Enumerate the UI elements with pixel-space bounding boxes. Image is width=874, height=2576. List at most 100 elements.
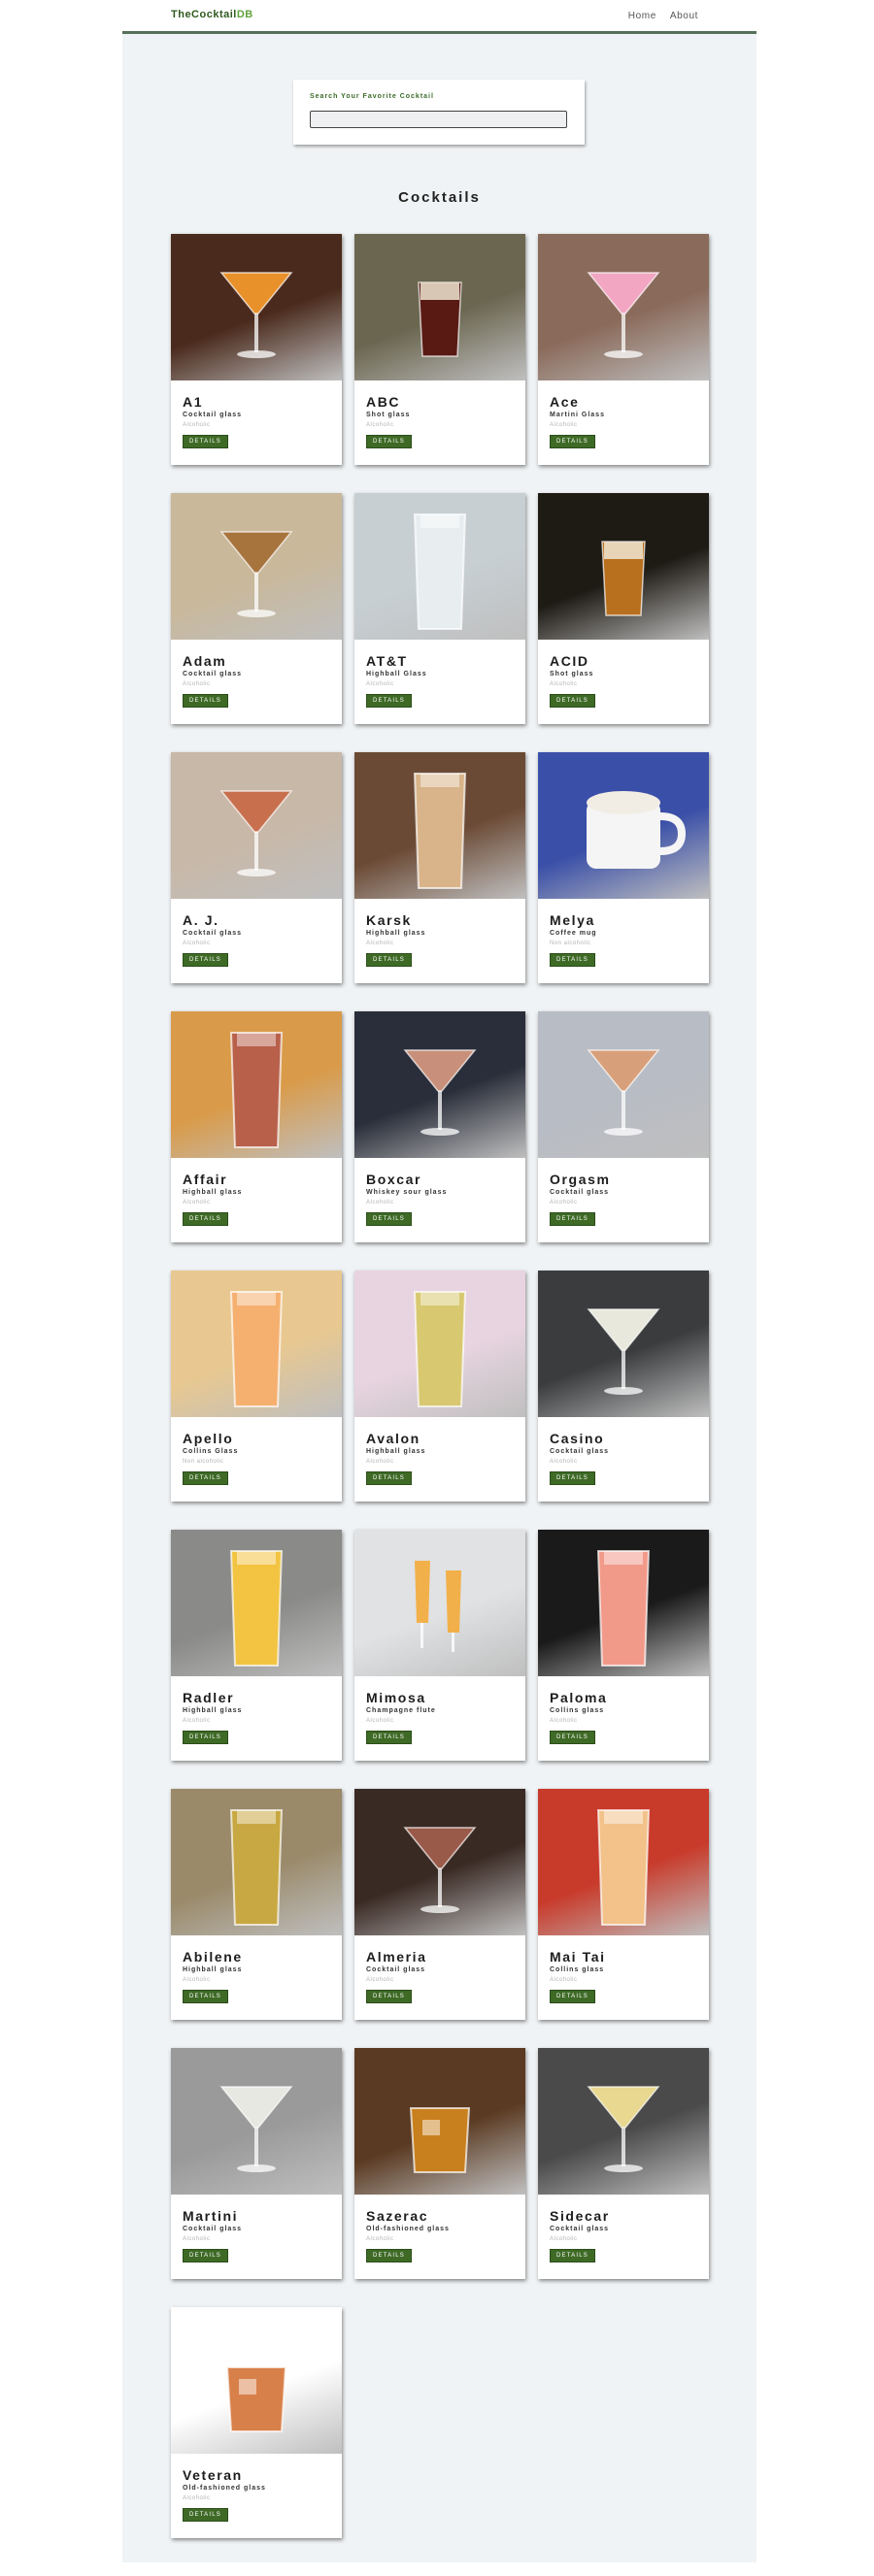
details-button[interactable]: DETAILS	[550, 435, 595, 448]
cocktail-info: Radler Highball glass Alcoholic DETAILS	[171, 1676, 342, 1744]
cocktail-image	[171, 1789, 342, 1935]
details-button[interactable]: DETAILS	[366, 1471, 412, 1485]
cocktail-image	[538, 1011, 709, 1158]
cocktail-name: Affair	[183, 1172, 228, 1187]
cocktail-image	[171, 1011, 342, 1158]
details-button[interactable]: DETAILS	[183, 1990, 228, 2003]
cocktail-name: Martini	[183, 2208, 239, 2224]
cocktail-image	[354, 1011, 525, 1158]
details-button[interactable]: DETAILS	[366, 1212, 412, 1226]
drink-glass-illustration	[413, 1291, 467, 1407]
cocktail-info: Karsk Highball glass Alcoholic DETAILS	[354, 899, 525, 967]
cocktail-alcoholic: Alcoholic	[366, 1977, 394, 1983]
nav-link-about[interactable]: About	[670, 11, 698, 21]
drink-glass-illustration	[596, 1809, 651, 1926]
cocktail-info: Apello Collins Glass Non alcoholic DETAILS	[171, 1417, 342, 1485]
cocktail-name: Adam	[183, 653, 227, 669]
cocktail-alcoholic: Alcoholic	[183, 681, 211, 687]
details-button[interactable]: DETAILS	[550, 1212, 595, 1226]
cocktail-info: A1 Cocktail glass Alcoholic DETAILS	[171, 380, 342, 448]
cocktail-name: Melya	[550, 912, 595, 928]
cocktail-card: Veteran Old-fashioned glass Alcoholic DETAI…	[171, 2307, 342, 2538]
cocktail-name: Almeria	[366, 1949, 427, 1965]
drink-glass-illustration	[219, 790, 293, 876]
cocktail-alcoholic: Non alcoholic	[550, 941, 591, 946]
drink-glass-illustration	[229, 1550, 284, 1667]
details-button[interactable]: DETAILS	[550, 1990, 595, 2003]
cocktail-card: Adam Cocktail glass Alcoholic DETAILS	[171, 493, 342, 724]
cocktail-alcoholic: Alcoholic	[366, 1459, 394, 1465]
cocktail-alcoholic: Alcoholic	[366, 681, 394, 687]
cocktail-card: Abilene Highball glass Alcoholic DETAILS	[171, 1789, 342, 2020]
cocktail-image	[538, 493, 709, 640]
details-button[interactable]: DETAILS	[550, 953, 595, 967]
cocktail-glass-type: Highball glass	[183, 1707, 243, 1714]
cocktail-alcoholic: Alcoholic	[183, 422, 211, 428]
cocktail-card: Radler Highball glass Alcoholic DETAILS	[171, 1530, 342, 1761]
details-button[interactable]: DETAILS	[183, 1731, 228, 1744]
search-input[interactable]	[310, 111, 567, 128]
details-button[interactable]: DETAILS	[366, 435, 412, 448]
drink-glass-illustration	[587, 1308, 660, 1395]
cocktail-name: Orgasm	[550, 1172, 611, 1187]
cocktail-name: Avalon	[366, 1431, 420, 1446]
top-navbar: TheCocktailDB Home About	[122, 0, 756, 34]
details-button[interactable]: DETAILS	[550, 1731, 595, 1744]
cocktail-name: Apello	[183, 1431, 234, 1446]
details-button[interactable]: DETAILS	[366, 953, 412, 967]
cocktail-image	[171, 1530, 342, 1676]
nav-link-home[interactable]: Home	[628, 11, 656, 21]
cocktail-alcoholic: Non alcoholic	[183, 1459, 224, 1465]
cocktail-name: Ace	[550, 394, 580, 410]
details-button[interactable]: DETAILS	[183, 2249, 228, 2262]
cocktail-card: Sazerac Old-fashioned glass Alcoholic DETAI…	[354, 2048, 525, 2279]
cocktail-glass-type: Highball glass	[183, 1966, 243, 1973]
cocktail-image	[171, 1271, 342, 1417]
cocktail-glass-type: Collins glass	[550, 1966, 605, 1973]
details-button[interactable]: DETAILS	[183, 435, 228, 448]
cocktail-image	[354, 234, 525, 380]
cocktail-glass-type: Cocktail glass	[183, 930, 243, 937]
cocktail-glass-type: Coffee mug	[550, 930, 597, 937]
cocktail-image	[538, 234, 709, 380]
details-button[interactable]: DETAILS	[183, 1212, 228, 1226]
cocktail-info: Melya Coffee mug Non alcoholic DETAILS	[538, 899, 709, 967]
drink-glass-illustration	[229, 1032, 284, 1148]
section-title: Cocktails	[398, 189, 481, 206]
cocktail-image	[354, 2048, 525, 2195]
cocktail-info: Affair Highball glass Alcoholic DETAILS	[171, 1158, 342, 1226]
details-button[interactable]: DETAILS	[550, 694, 595, 708]
cocktail-card: Avalon Highball glass Alcoholic DETAILS	[354, 1271, 525, 1502]
cocktail-alcoholic: Alcoholic	[183, 2495, 211, 2501]
cocktail-glass-type: Cocktail glass	[550, 1189, 610, 1196]
cocktail-alcoholic: Alcoholic	[550, 1200, 578, 1205]
cocktail-info: Veteran Old-fashioned glass Alcoholic DETAI…	[171, 2454, 342, 2522]
details-button[interactable]: DETAILS	[183, 2508, 228, 2522]
details-button[interactable]: DETAILS	[366, 1990, 412, 2003]
details-button[interactable]: DETAILS	[550, 1471, 595, 1485]
cocktail-info: Martini Cocktail glass Alcoholic DETAILS	[171, 2195, 342, 2262]
details-button[interactable]: DETAILS	[366, 694, 412, 708]
details-button[interactable]: DETAILS	[183, 694, 228, 708]
details-button[interactable]: DETAILS	[550, 2249, 595, 2262]
cocktail-info: Casino Cocktail glass Alcoholic DETAILS	[538, 1417, 709, 1485]
cocktail-glass-type: Highball glass	[183, 1189, 243, 1196]
cocktail-glass-type: Highball glass	[366, 1448, 426, 1455]
drink-glass-illustration	[413, 513, 467, 630]
brand-text-accent: DB	[236, 9, 253, 20]
cocktail-name: AT&T	[366, 653, 408, 669]
cocktail-alcoholic: Alcoholic	[183, 1977, 211, 1983]
cocktail-image	[354, 493, 525, 640]
drink-glass-illustration	[415, 1561, 461, 1652]
brand-logo[interactable]: TheCocktailDB	[171, 9, 253, 20]
drink-glass-illustration	[403, 1827, 477, 1913]
cocktail-image	[538, 1271, 709, 1417]
details-button[interactable]: DETAILS	[183, 1471, 228, 1485]
cocktail-glass-type: Cocktail glass	[366, 1966, 426, 1973]
details-button[interactable]: DETAILS	[366, 2249, 412, 2262]
cocktail-alcoholic: Alcoholic	[550, 681, 578, 687]
details-button[interactable]: DETAILS	[366, 1731, 412, 1744]
cocktail-glass-type: Highball Glass	[366, 671, 427, 677]
cocktail-image	[354, 1530, 525, 1676]
details-button[interactable]: DETAILS	[183, 953, 228, 967]
